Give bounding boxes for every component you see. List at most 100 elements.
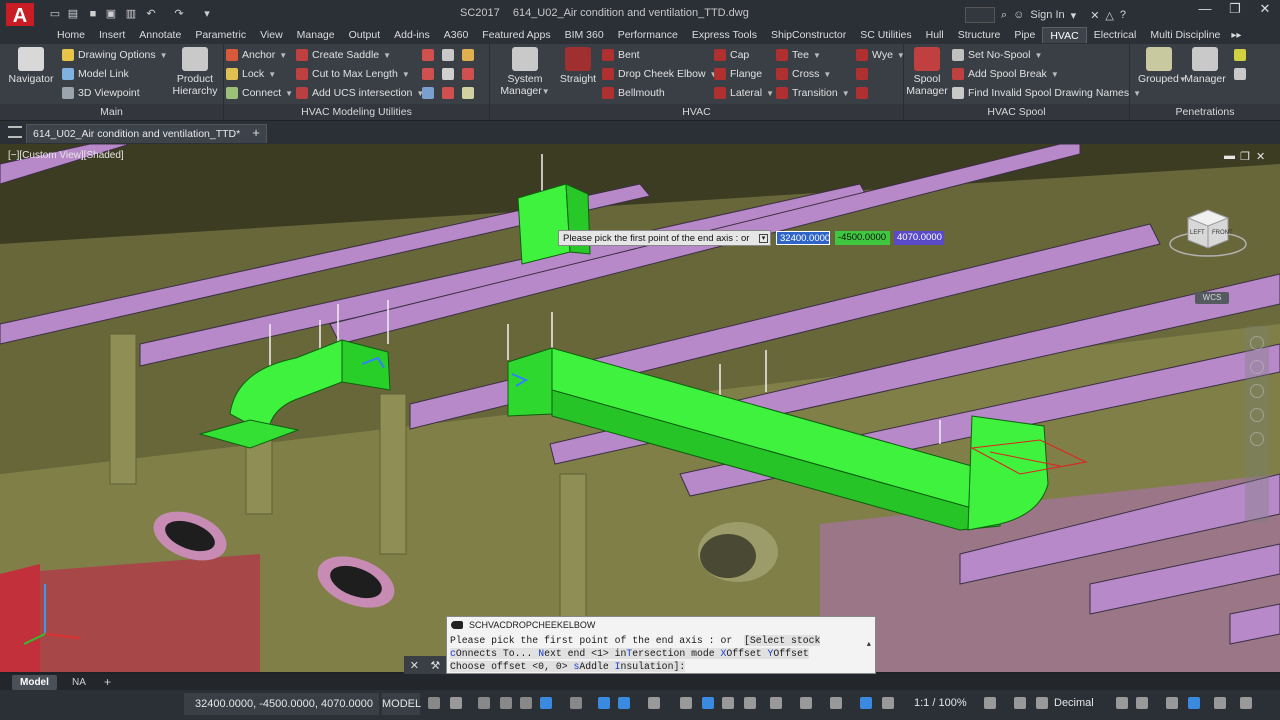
flange-button[interactable]: Flange <box>714 66 762 82</box>
option-connects-to[interactable]: Onnects To... <box>455 648 539 659</box>
navigator-button[interactable]: Navigator <box>8 47 54 85</box>
option-saddle[interactable]: Addle <box>579 661 615 672</box>
wye-button[interactable]: Wye ▼ <box>856 47 905 63</box>
ribbon-tab-output[interactable]: Output <box>342 27 388 43</box>
pan-icon[interactable] <box>1250 360 1264 374</box>
viewcube-left-face[interactable]: LEFT <box>1190 230 1205 236</box>
lineweight-icon[interactable] <box>648 697 660 709</box>
showmotion-icon[interactable] <box>1250 432 1264 446</box>
drawing-options-button[interactable]: Drawing Options ▼ <box>62 47 168 63</box>
ribbon-tab-structure[interactable]: Structure <box>951 27 1008 43</box>
polar-icon[interactable] <box>540 697 552 709</box>
lock-button[interactable]: Lock ▼ <box>226 66 276 82</box>
create-saddle-button[interactable]: Create Saddle ▼ <box>296 47 391 63</box>
layout-tab-na[interactable]: NA <box>64 675 94 690</box>
document-tab[interactable]: 614_U02_Air condition and ventilation_TT… <box>26 124 268 143</box>
redo-icon[interactable]: ↷ <box>172 7 186 21</box>
3d-model-scene[interactable] <box>0 144 1280 672</box>
option-intersection-mode[interactable]: ersection mode <box>632 648 721 659</box>
cross-button[interactable]: Cross ▼ <box>776 66 831 82</box>
search-input[interactable] <box>965 7 995 23</box>
tool-icon[interactable] <box>462 49 474 61</box>
cut-to-max-button[interactable]: Cut to Max Length ▼ <box>296 66 410 82</box>
coordinates-readout[interactable]: 32400.0000, -4500.0000, 4070.0000 <box>184 693 379 715</box>
lateral-button[interactable]: Lateral ▼ <box>714 85 774 101</box>
dynamic-input-icon[interactable] <box>744 697 756 709</box>
penetration-manager-button[interactable]: Manager <box>1184 47 1226 85</box>
ribbon-tab-a360[interactable]: A360 <box>437 27 476 43</box>
viewpoint-button[interactable]: 3D Viewpoint <box>62 85 140 101</box>
connect-button[interactable]: Connect ▼ <box>226 85 293 101</box>
lock-ui-icon[interactable] <box>1136 697 1148 709</box>
ribbon-tab-hull[interactable]: Hull <box>919 27 951 43</box>
transition-button[interactable]: Transition ▼ <box>776 85 850 101</box>
tool-icon[interactable] <box>422 49 434 61</box>
find-invalid-button[interactable]: Find Invalid Spool Drawing Names ▼ <box>952 85 1141 101</box>
ribbon-tab-parametric[interactable]: Parametric <box>188 27 253 43</box>
viewcube-front-face[interactable]: FRONT <box>1212 230 1233 236</box>
exchange-icon[interactable]: ✕ <box>1090 9 1099 22</box>
model-tab[interactable]: Model <box>12 675 57 690</box>
undo-icon[interactable]: ↶ <box>144 7 158 21</box>
tool-icon[interactable] <box>442 49 454 61</box>
open-icon[interactable]: ▤ <box>66 7 80 21</box>
cap-button[interactable]: Cap <box>714 47 749 63</box>
help-icon[interactable]: ? <box>1120 9 1126 21</box>
option-insulation[interactable]: nsulation]: <box>620 661 686 672</box>
ribbon-tab-shipconstructor[interactable]: ShipConstructor <box>764 27 853 43</box>
3d-osnap-icon[interactable] <box>722 697 734 709</box>
ribbon-tab-multi-discipline[interactable]: Multi Discipline <box>1143 27 1227 43</box>
tool-icon[interactable] <box>462 68 474 80</box>
isolate-objects-icon[interactable] <box>1166 697 1178 709</box>
bellmouth-button[interactable]: Bellmouth <box>602 85 665 101</box>
option-select-stock[interactable]: [Select stock <box>743 635 821 646</box>
ribbon-tab-insert[interactable]: Insert <box>92 27 132 43</box>
workspace-gear-icon[interactable] <box>984 697 996 709</box>
tool-icon[interactable] <box>442 87 454 99</box>
ribbon-tab-hvac[interactable]: HVAC <box>1042 27 1087 43</box>
more-tabs-icon[interactable]: ▸▸ <box>1231 30 1241 41</box>
drop-cheek-elbow-button[interactable]: Drop Cheek Elbow▼ <box>602 66 717 82</box>
penetration-tool-icon[interactable] <box>1234 49 1246 61</box>
add-layout-button[interactable]: + <box>96 675 119 690</box>
new-tab-button[interactable]: + <box>248 125 264 141</box>
dynamic-input-x-field[interactable]: 32400.0000 <box>776 231 830 245</box>
steering-wheel-icon[interactable] <box>1250 336 1264 350</box>
straight-button[interactable]: Straight <box>558 47 598 85</box>
add-ucs-button[interactable]: Add UCS intersection ▼ <box>296 85 424 101</box>
ribbon-tab-manage[interactable]: Manage <box>290 27 342 43</box>
viewport-restore-icon[interactable]: ❐ <box>1240 150 1250 163</box>
selection-filter-icon[interactable] <box>770 697 782 709</box>
hardware-acceleration-icon[interactable] <box>1188 697 1200 709</box>
ribbon-tab-home[interactable]: Home <box>50 27 92 43</box>
file-tabs-menu-icon[interactable] <box>8 126 22 138</box>
transparency-icon[interactable] <box>680 697 692 709</box>
maximize-button[interactable]: ❐ <box>1220 0 1250 20</box>
option-yoffset[interactable]: Offset <box>773 648 809 659</box>
infer-icon[interactable] <box>478 697 490 709</box>
drawing-viewport[interactable]: [−][Custom View][Shaded] ▬ ❐ ✕ LEFT FRON… <box>0 144 1280 672</box>
fitting-icon[interactable] <box>856 87 868 99</box>
snap-icon[interactable] <box>450 697 462 709</box>
viewport-controls-label[interactable]: [−][Custom View][Shaded] <box>8 150 124 161</box>
units-dropdown[interactable]: Decimal <box>1054 697 1094 709</box>
annotation-visibility-icon[interactable] <box>830 697 842 709</box>
ribbon-tab-performance[interactable]: Performance <box>611 27 685 43</box>
dynamic-input-z-field[interactable]: 4070.0000 <box>894 231 944 245</box>
ribbon-tab-electrical[interactable]: Electrical <box>1087 27 1144 43</box>
close-command-icon[interactable]: ✕ <box>410 659 419 672</box>
dynamic-ucs-icon[interactable] <box>500 697 512 709</box>
close-button[interactable]: ✕ <box>1250 0 1280 20</box>
option-choose-offset[interactable]: Choose offset <0, 0> <box>450 661 574 672</box>
viewport-close-icon[interactable]: ✕ <box>1256 150 1265 163</box>
quick-properties-icon[interactable] <box>1116 697 1128 709</box>
selection-cycling-icon[interactable] <box>702 697 714 709</box>
isodraft-icon[interactable] <box>570 697 582 709</box>
model-link-button[interactable]: Model Link <box>62 66 129 82</box>
dynamic-input-y-field[interactable]: -4500.0000 <box>835 231 890 245</box>
gizmo-icon[interactable] <box>800 697 812 709</box>
tool-icon[interactable] <box>442 68 454 80</box>
clean-screen-icon[interactable] <box>1214 697 1226 709</box>
ribbon-tab-annotate[interactable]: Annotate <box>132 27 188 43</box>
options-down-arrow-icon[interactable]: ▾ <box>759 234 768 243</box>
